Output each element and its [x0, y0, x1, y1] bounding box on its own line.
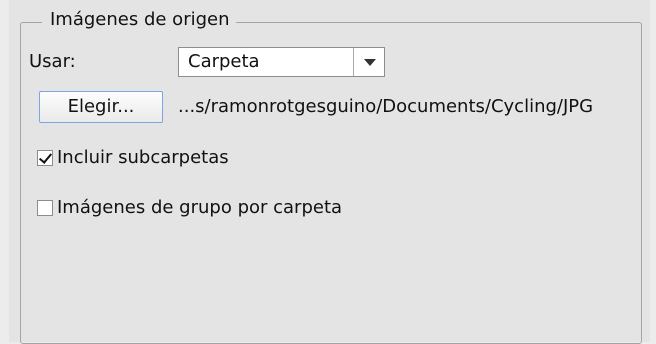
group-by-folder-checkbox[interactable] — [37, 200, 53, 216]
group-by-folder-label: Imágenes de grupo por carpeta — [57, 197, 343, 218]
select-divider — [353, 48, 354, 76]
group-by-folder-option[interactable]: Imágenes de grupo por carpeta — [37, 196, 342, 220]
checkmark-icon — [38, 150, 53, 164]
include-subfolders-checkbox[interactable] — [37, 150, 53, 166]
use-label: Usar: — [29, 51, 76, 72]
group-title: Imágenes de origen — [42, 8, 236, 32]
use-select-value: Carpeta — [188, 51, 260, 72]
choose-button[interactable]: Elegir... — [39, 91, 163, 123]
chevron-down-icon — [364, 59, 376, 66]
include-subfolders-option[interactable]: Incluir subcarpetas — [37, 146, 229, 170]
use-select[interactable]: Carpeta — [178, 47, 385, 77]
include-subfolders-label: Incluir subcarpetas — [57, 147, 229, 168]
folder-path: ...s/ramonrotgesguino/Documents/Cycling/… — [178, 96, 594, 117]
